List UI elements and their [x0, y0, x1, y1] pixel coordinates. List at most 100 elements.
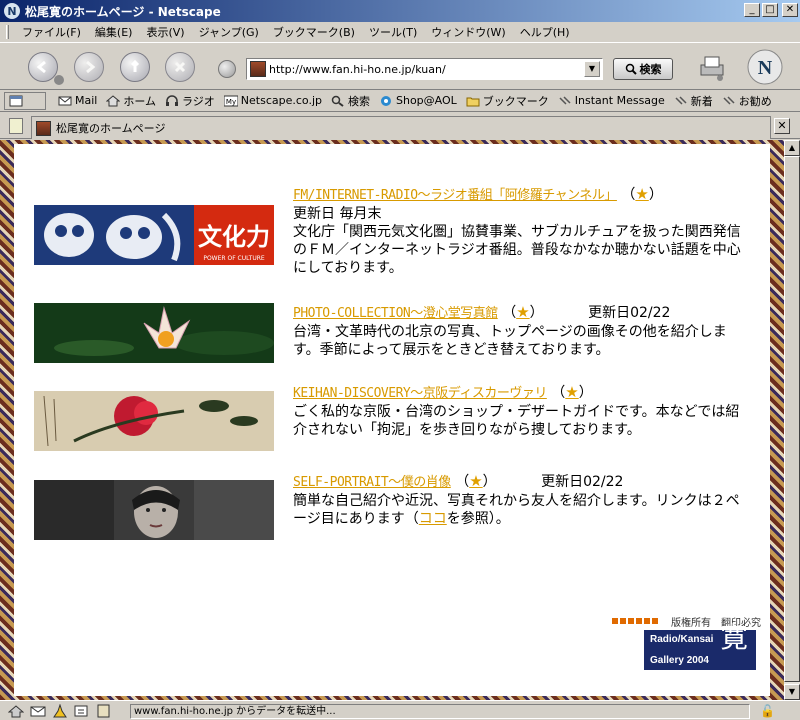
- list-item: PHOTO-COLLECTION～澄心堂写真館 （★） 更新日02/22 台湾・…: [34, 303, 727, 363]
- url-bar[interactable]: ▼: [246, 58, 603, 80]
- radio-banner-image[interactable]: 文化力 POWER OF CULTURE: [34, 205, 274, 265]
- new-tab-icon[interactable]: [9, 118, 23, 134]
- toolbar-instant-message[interactable]: Instant Message: [558, 94, 665, 107]
- update-date: 更新日02/22: [541, 474, 624, 490]
- portrait-banner-image[interactable]: [34, 480, 274, 540]
- list-item: KEIHAN-DISCOVERY～京阪ディスカーヴァリ （★） ごく私的な京阪・…: [34, 383, 739, 451]
- toolbar-new-label: 新着: [690, 94, 713, 108]
- personal-toolbar-toggle[interactable]: [4, 91, 46, 110]
- search-button[interactable]: 検索: [613, 58, 673, 80]
- menu-help[interactable]: ヘルプ(H): [513, 24, 577, 40]
- menu-go[interactable]: ジャンプ(G): [192, 24, 266, 40]
- stop-icon: [174, 61, 186, 73]
- vertical-scrollbar[interactable]: ▲ ▼: [784, 140, 800, 700]
- entry-description: 簡単な自己紹介や近況、写真それから友人を紹介します。リンクは２ページ目にあります…: [293, 493, 740, 527]
- toolbar-search-label: 検索: [348, 94, 370, 108]
- toolbar-home[interactable]: ホーム: [106, 93, 156, 109]
- reload-button[interactable]: [120, 52, 150, 82]
- forward-button[interactable]: [74, 52, 104, 82]
- window-title: 松尾寛のホームページ - Netscape: [25, 4, 221, 19]
- entry-description: ごく私的な京阪・台湾のショップ・デザートガイドです。本などでは紹介されない「拘泥…: [293, 404, 740, 438]
- magnifier-icon: [331, 95, 344, 107]
- mail-icon[interactable]: [30, 704, 46, 718]
- scroll-down-button[interactable]: ▼: [784, 684, 800, 700]
- search-engine-dropdown[interactable]: [218, 60, 236, 78]
- bookmark-link-icon: [723, 95, 735, 105]
- title-bar: N 松尾寛のホームページ - Netscape _ □ ✕: [0, 0, 800, 22]
- bookmark-link-icon: [675, 95, 687, 105]
- radio-link[interactable]: FM/INTERNET-RADIO～ラジオ番組「阿修羅チャンネル」: [293, 188, 617, 203]
- security-lock-icon[interactable]: 🔓: [760, 704, 780, 718]
- star-icon[interactable]: ★: [516, 303, 529, 321]
- toolbar-shop-aol[interactable]: Shop@AOL: [379, 94, 457, 107]
- entry-text: FM/INTERNET-RADIO～ラジオ番組「阿修羅チャンネル」 （★） 更新…: [293, 185, 741, 276]
- toolbar-netscape-label: Netscape.co.jp: [240, 94, 322, 107]
- url-history-dropdown[interactable]: ▼: [584, 61, 600, 77]
- koko-link[interactable]: ココ: [419, 511, 447, 527]
- svg-text:文化力: 文化力: [198, 223, 270, 251]
- toolbar-instant-message-label: Instant Message: [574, 94, 665, 107]
- maximize-button[interactable]: □: [762, 3, 778, 17]
- back-dropdown[interactable]: [54, 75, 64, 85]
- print-icon[interactable]: [698, 53, 726, 81]
- toolbar-netscape[interactable]: My Netscape.co.jp: [223, 94, 322, 107]
- mail-icon: [58, 96, 72, 105]
- url-input[interactable]: [269, 62, 579, 76]
- menu-view[interactable]: 表示(V): [139, 24, 191, 40]
- toolbar-recommended[interactable]: お勧め: [722, 93, 772, 109]
- scroll-up-button[interactable]: ▲: [784, 140, 800, 156]
- toolbar-search[interactable]: 検索: [331, 93, 370, 109]
- toolbar-bookmarks[interactable]: ブックマーク: [466, 93, 549, 109]
- tab-label: 松尾寛のホームページ: [56, 122, 166, 135]
- toolbar-mail[interactable]: Mail: [58, 94, 97, 107]
- badge-kanji: 寛: [719, 622, 748, 653]
- magnifier-icon: [625, 63, 637, 75]
- photo-banner-image[interactable]: [34, 303, 274, 363]
- toolbar-radio-label: ラジオ: [182, 94, 215, 108]
- svg-text:POWER OF CULTURE: POWER OF CULTURE: [203, 255, 265, 262]
- keihan-banner-image[interactable]: [34, 391, 274, 451]
- aim-icon[interactable]: [52, 703, 68, 718]
- menu-tools[interactable]: ツール(T): [362, 24, 424, 40]
- aol-icon: [381, 95, 391, 106]
- svg-text:N: N: [758, 57, 773, 79]
- close-tab-button[interactable]: ✕: [774, 118, 790, 134]
- keihan-link[interactable]: KEIHAN-DISCOVERY～京阪ディスカーヴァリ: [293, 386, 547, 401]
- menu-edit[interactable]: 編集(E): [88, 24, 140, 40]
- status-text: www.fan.hi-ho.ne.jp からデータを転送中...: [130, 704, 750, 719]
- composer-icon[interactable]: [74, 704, 90, 718]
- toolbar-home-label: ホーム: [123, 94, 157, 108]
- bookmark-link-icon: [559, 95, 571, 105]
- menu-file[interactable]: ファイル(F): [15, 24, 88, 40]
- headphones-icon: [166, 94, 179, 106]
- tab-bar: 松尾寛のホームページ ✕: [0, 113, 800, 139]
- photo-link[interactable]: PHOTO-COLLECTION～澄心堂写真館: [293, 306, 498, 321]
- netscape-logo-icon[interactable]: N: [744, 48, 786, 86]
- star-icon[interactable]: ★: [635, 185, 648, 203]
- star-icon[interactable]: ★: [565, 383, 578, 401]
- star-icon[interactable]: ★: [469, 472, 482, 490]
- update-date: 更新日 毎月末: [293, 206, 382, 222]
- minimize-button[interactable]: _: [744, 3, 760, 17]
- menu-bookmarks[interactable]: ブックマーク(B): [266, 24, 362, 40]
- toolbar-mail-label: Mail: [75, 94, 98, 107]
- toolbar-new[interactable]: 新着: [674, 93, 713, 109]
- navigator-icon[interactable]: [8, 704, 24, 718]
- tab-homepage[interactable]: 松尾寛のホームページ: [31, 116, 771, 139]
- menu-window[interactable]: ウィンドウ(W): [424, 24, 512, 40]
- personal-toolbar: Mail ホーム ラジオ My Netscape.co.jp 検索 Shop@A…: [0, 90, 800, 112]
- stop-button[interactable]: [165, 52, 195, 82]
- toolbar-radio[interactable]: ラジオ: [165, 93, 215, 109]
- close-button[interactable]: ✕: [782, 3, 798, 17]
- my-icon: My: [223, 95, 238, 106]
- menu-bar: ファイル(F) 編集(E) 表示(V) ジャンプ(G) ブックマーク(B) ツー…: [0, 22, 800, 42]
- list-item: SELF-PORTRAIT～僕の肖像 （★） 更新日02/22 簡単な自己紹介や…: [34, 472, 740, 540]
- entry-description: 文化庁「関西元気文化圏」協賛事業、サブカルチュアを扱った関西発信のＦＭ／インター…: [293, 224, 741, 276]
- portrait-link[interactable]: SELF-PORTRAIT～僕の肖像: [293, 475, 451, 490]
- page-content: 文化力 POWER OF CULTURE FM/INTERNET-RADIO～ラ…: [0, 140, 784, 700]
- scroll-thumb[interactable]: [784, 156, 800, 682]
- gallery-badge[interactable]: Radio/Kansai Gallery 2004 寛: [644, 622, 756, 670]
- toolbar-grip[interactable]: [6, 25, 9, 39]
- update-date: 更新日02/22: [588, 305, 671, 321]
- address-book-icon[interactable]: [96, 704, 112, 718]
